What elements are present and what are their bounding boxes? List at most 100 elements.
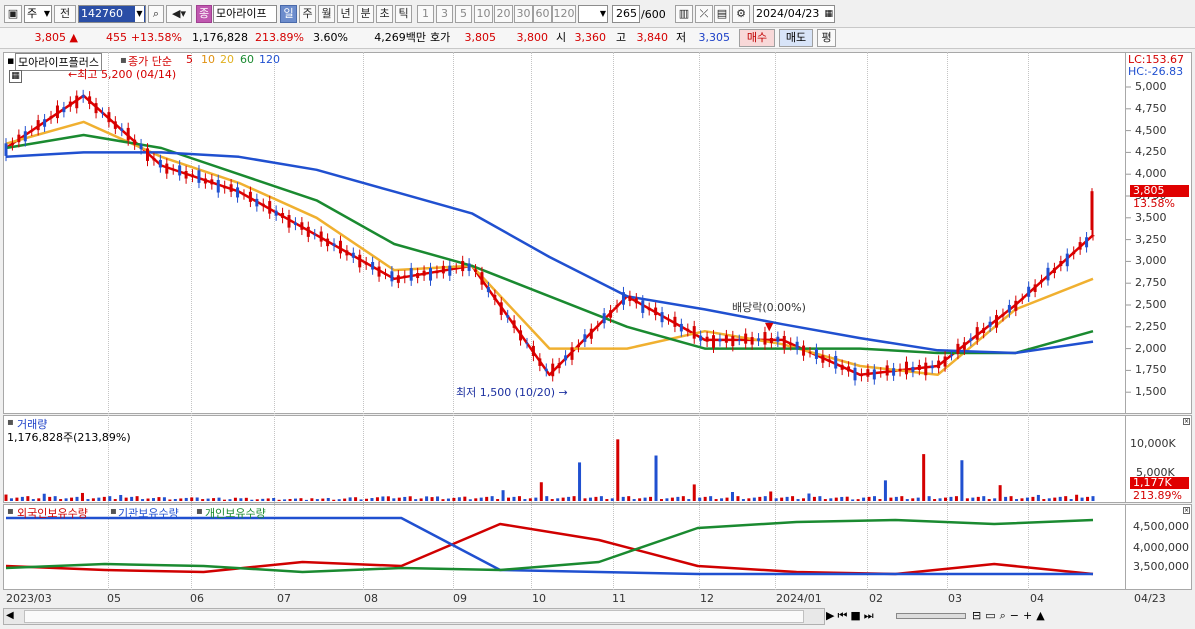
stop-icon[interactable]: ■ — [850, 609, 863, 622]
volume-bar — [288, 498, 292, 501]
candle-body — [1046, 267, 1050, 281]
volume-bar — [80, 492, 84, 501]
fit-icon[interactable]: ⊟ — [972, 609, 985, 622]
candle-body — [962, 342, 966, 350]
next-icon[interactable]: ▶ — [826, 609, 837, 622]
candle-body — [268, 201, 272, 214]
candle-body — [126, 127, 130, 141]
volume-bar — [572, 496, 576, 501]
table-icon[interactable]: ▦ — [9, 70, 22, 83]
volume-bar — [845, 496, 849, 501]
candle-body — [512, 320, 516, 328]
volume-bar — [993, 498, 997, 501]
zoom-in-icon[interactable]: + — [1023, 609, 1036, 622]
speed-slider[interactable] — [896, 613, 966, 619]
volume-bar — [255, 499, 259, 501]
volume-bar — [151, 498, 155, 501]
volume-bar — [1091, 496, 1095, 501]
volume-bar — [168, 499, 172, 501]
rewind-icon[interactable]: ⏮ — [837, 609, 850, 622]
volume-bar — [212, 498, 216, 501]
play-controls[interactable]: ▶⏮■⏭ — [826, 609, 877, 623]
x-label: 08 — [364, 592, 378, 605]
volume-bar — [949, 496, 953, 501]
candle-body — [808, 352, 812, 354]
candle-body — [544, 368, 548, 372]
candle-body — [602, 313, 606, 324]
legend-foreign: 외국인보유수량 — [17, 507, 88, 520]
search-icon[interactable]: ⌕ — [1000, 609, 1010, 622]
volume-bar — [239, 498, 243, 501]
volume-bar — [42, 493, 46, 501]
candle-body — [885, 365, 889, 376]
volume-bar — [70, 497, 74, 501]
volume-bar — [124, 497, 128, 501]
candle-body — [383, 273, 387, 275]
candle-body — [493, 294, 497, 300]
annotation-dividend: 배당락(0.00%) — [732, 301, 806, 314]
candle-body — [1078, 242, 1082, 250]
pane-menu-icon[interactable]: ▪ — [7, 54, 14, 67]
legend-institution: 기관보유수량 — [118, 507, 179, 520]
volume-bar — [730, 492, 734, 501]
close-icon[interactable]: × — [1183, 507, 1190, 514]
volume-bar — [987, 499, 991, 501]
volume-bar — [610, 498, 614, 501]
trash-icon[interactable]: ▭ — [985, 609, 999, 622]
candle-body — [448, 265, 452, 276]
volume-bar — [905, 499, 909, 501]
volume-bar — [834, 497, 838, 501]
volume-bar — [441, 499, 445, 501]
holding-tick: 4,000,000 — [1133, 541, 1189, 554]
horizontal-scrollbar[interactable]: ◀ — [3, 608, 825, 625]
x-label: 2024/01 — [776, 592, 822, 605]
volume-bar — [222, 499, 226, 501]
scroll-thumb[interactable] — [24, 610, 804, 623]
candle-body — [255, 198, 259, 207]
forward-icon[interactable]: ⏭ — [864, 609, 877, 622]
candle-body — [1001, 313, 1005, 317]
candle-body — [364, 262, 368, 265]
candle-body — [795, 341, 799, 350]
volume-bar — [883, 480, 887, 501]
volume-bar — [1015, 499, 1019, 501]
x-label: 2023/03 — [6, 592, 52, 605]
candle-body — [995, 315, 999, 328]
volume-bar — [954, 496, 958, 501]
volume-bar — [873, 496, 877, 501]
candle-body — [519, 330, 523, 341]
volume-bar — [130, 496, 134, 501]
candle-body — [107, 112, 111, 123]
legend-individual: 개인보유수량 — [205, 507, 266, 520]
close-icon[interactable]: × — [1183, 418, 1190, 425]
candle-body — [776, 336, 780, 342]
candle-body — [782, 335, 786, 349]
zoom-controls[interactable]: ⊟▭⌕−+▲ — [972, 609, 1049, 623]
volume-bar — [911, 498, 915, 501]
volume-bar — [785, 496, 789, 501]
candle-body — [120, 128, 124, 131]
price-tick: 4,750 — [1135, 101, 1167, 115]
volume-bar — [113, 499, 117, 501]
volume-bar — [632, 499, 636, 501]
candle-body — [223, 185, 227, 189]
candle-body — [351, 252, 355, 258]
legend-dot-icon: ▪ — [7, 506, 14, 517]
volume-bar — [621, 496, 625, 501]
volume-bar — [310, 498, 314, 501]
volume-bar — [299, 498, 303, 501]
add-icon[interactable]: ▲ — [1036, 609, 1048, 622]
volume-bar — [206, 498, 210, 501]
zoom-out-icon[interactable]: − — [1010, 609, 1023, 622]
volume-bar — [725, 497, 729, 501]
volume-bar — [1053, 497, 1057, 501]
volume-bar — [59, 499, 63, 501]
volume-bar — [616, 439, 620, 501]
volume-bar — [823, 499, 827, 501]
scroll-left-icon[interactable]: ◀ — [6, 610, 14, 621]
volume-bar — [1031, 496, 1035, 501]
candle-body — [36, 120, 40, 131]
volume-bar — [1075, 494, 1079, 501]
volume-bar — [878, 499, 882, 501]
candle-body — [236, 187, 240, 198]
